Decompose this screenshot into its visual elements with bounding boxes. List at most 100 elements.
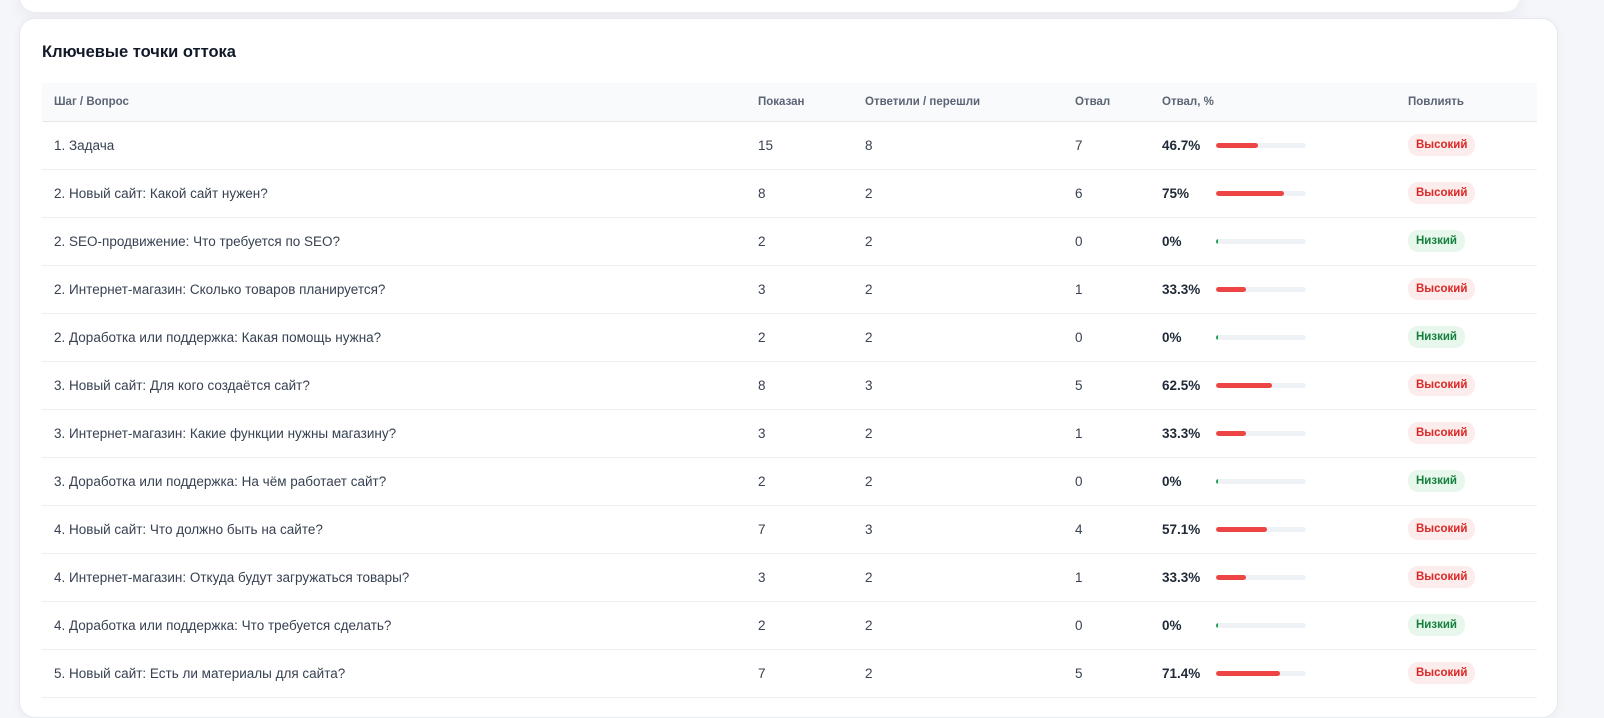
table-row[interactable]: 4. Доработка или поддержка: Что требуетс… [42,601,1537,650]
cell-impact: Низкий [1396,313,1537,362]
cell-shown: 7 [746,649,853,698]
cell-step: 2. Интернет-магазин: Сколько товаров пла… [42,265,746,314]
drop-progress-bar [1216,526,1306,532]
cell-drop-percent: 33.3% [1150,553,1396,602]
cell-answered: 2 [853,457,1063,506]
churn-table: Шаг / Вопрос Показан Ответили / перешли … [42,83,1537,698]
cell-drop-percent: 71.4% [1150,649,1396,698]
drop-progress-fill [1216,574,1246,580]
table-row[interactable]: 3. Доработка или поддержка: На чём работ… [42,457,1537,506]
table-row[interactable]: 4. Интернет-магазин: Откуда будут загруж… [42,553,1537,602]
cell-answered: 2 [853,265,1063,314]
cell-drop-percent: 62.5% [1150,361,1396,410]
cell-answered: 2 [853,601,1063,650]
table-header-row: Шаг / Вопрос Показан Ответили / перешли … [42,83,1537,122]
drop-progress-fill [1216,334,1218,340]
cell-shown: 2 [746,457,853,506]
table-row[interactable]: 2. Новый сайт: Какой сайт нужен? 8 2 6 75% Вы… [42,169,1537,218]
cell-drop-percent: 57.1% [1150,505,1396,554]
cell-impact: Высокий [1396,169,1537,218]
drop-percent-value: 0% [1162,233,1182,249]
drop-progress-fill [1216,238,1218,244]
card-title: Ключевые точки оттока [42,43,236,61]
cell-dropped: 0 [1063,457,1150,506]
cell-dropped: 4 [1063,505,1150,554]
cell-impact: Высокий [1396,553,1537,602]
table-row[interactable]: 3. Новый сайт: Для кого создаётся сайт? 8… [42,361,1537,410]
impact-badge: Высокий [1408,422,1476,444]
cell-answered: 2 [853,553,1063,602]
drop-percent-value: 75% [1162,185,1190,201]
cell-dropped: 6 [1063,169,1150,218]
cell-shown: 7 [746,505,853,554]
header-step[interactable]: Шаг / Вопрос [42,83,746,122]
table-row[interactable]: 3. Интернет-магазин: Какие функции нужны… [42,409,1537,458]
cell-answered: 2 [853,169,1063,218]
table-row[interactable]: 5. Новый сайт: Есть ли материалы для сай… [42,649,1537,698]
drop-progress-bar [1216,670,1306,676]
cell-shown: 2 [746,601,853,650]
previous-card [20,0,1520,12]
drop-progress-bar [1216,334,1306,340]
cell-dropped: 1 [1063,553,1150,602]
cell-answered: 3 [853,361,1063,410]
table-row[interactable]: 2. Доработка или поддержка: Какая помощь… [42,313,1537,362]
header-impact[interactable]: Повлиять [1396,83,1537,122]
churn-points-card: Ключевые точки оттока Шаг / Вопрос Показ… [19,18,1558,718]
cell-impact: Низкий [1396,601,1537,650]
cell-impact: Высокий [1396,505,1537,554]
cell-step: 1. Задача [42,121,746,170]
cell-answered: 2 [853,409,1063,458]
cell-shown: 2 [746,313,853,362]
drop-progress-bar [1216,622,1306,628]
drop-progress-bar [1216,430,1306,436]
drop-percent-value: 0% [1162,617,1182,633]
drop-percent-value: 0% [1162,329,1182,345]
drop-progress-bar [1216,382,1306,388]
cell-dropped: 0 [1063,313,1150,362]
cell-step: 3. Доработка или поддержка: На чём работ… [42,457,746,506]
drop-percent-value: 71.4% [1162,665,1201,681]
cell-step: 2. Новый сайт: Какой сайт нужен? [42,169,746,218]
cell-dropped: 7 [1063,121,1150,170]
cell-answered: 2 [853,217,1063,266]
impact-badge: Высокий [1408,182,1476,204]
cell-impact: Низкий [1396,217,1537,266]
header-drop-percent[interactable]: Отвал, % [1150,83,1396,122]
header-shown[interactable]: Показан [746,83,853,122]
table-row[interactable]: 2. SEO-продвижение: Что требуется по SEO… [42,217,1537,266]
cell-answered: 2 [853,649,1063,698]
impact-badge: Высокий [1408,662,1476,684]
impact-badge: Высокий [1408,518,1476,540]
cell-shown: 8 [746,169,853,218]
impact-badge: Низкий [1408,326,1465,348]
cell-drop-percent: 33.3% [1150,265,1396,314]
drop-progress-fill [1216,382,1272,388]
impact-badge: Высокий [1408,374,1476,396]
cell-step: 3. Новый сайт: Для кого создаётся сайт? [42,361,746,410]
impact-badge: Низкий [1408,230,1465,252]
cell-dropped: 5 [1063,361,1150,410]
header-answered[interactable]: Ответили / перешли [853,83,1063,122]
table-row[interactable]: 4. Новый сайт: Что должно быть на сайте?… [42,505,1537,554]
drop-progress-fill [1216,622,1218,628]
drop-percent-value: 33.3% [1162,569,1201,585]
cell-shown: 2 [746,217,853,266]
cell-shown: 3 [746,409,853,458]
drop-progress-fill [1216,430,1246,436]
cell-dropped: 1 [1063,265,1150,314]
cell-shown: 15 [746,121,853,170]
header-dropped[interactable]: Отвал [1063,83,1150,122]
cell-drop-percent: 33.3% [1150,409,1396,458]
impact-badge: Высокий [1408,566,1476,588]
drop-progress-fill [1216,286,1246,292]
cell-drop-percent: 0% [1150,313,1396,362]
table-row[interactable]: 2. Интернет-магазин: Сколько товаров пла… [42,265,1537,314]
cell-impact: Высокий [1396,649,1537,698]
drop-progress-fill [1216,526,1267,532]
drop-percent-value: 62.5% [1162,377,1201,393]
table-body: 1. Задача 15 8 7 46.7% Высокий 2. Новый сайт: … [42,121,1537,698]
table-row[interactable]: 1. Задача 15 8 7 46.7% Высокий [42,121,1537,170]
cell-dropped: 0 [1063,601,1150,650]
drop-progress-bar [1216,574,1306,580]
